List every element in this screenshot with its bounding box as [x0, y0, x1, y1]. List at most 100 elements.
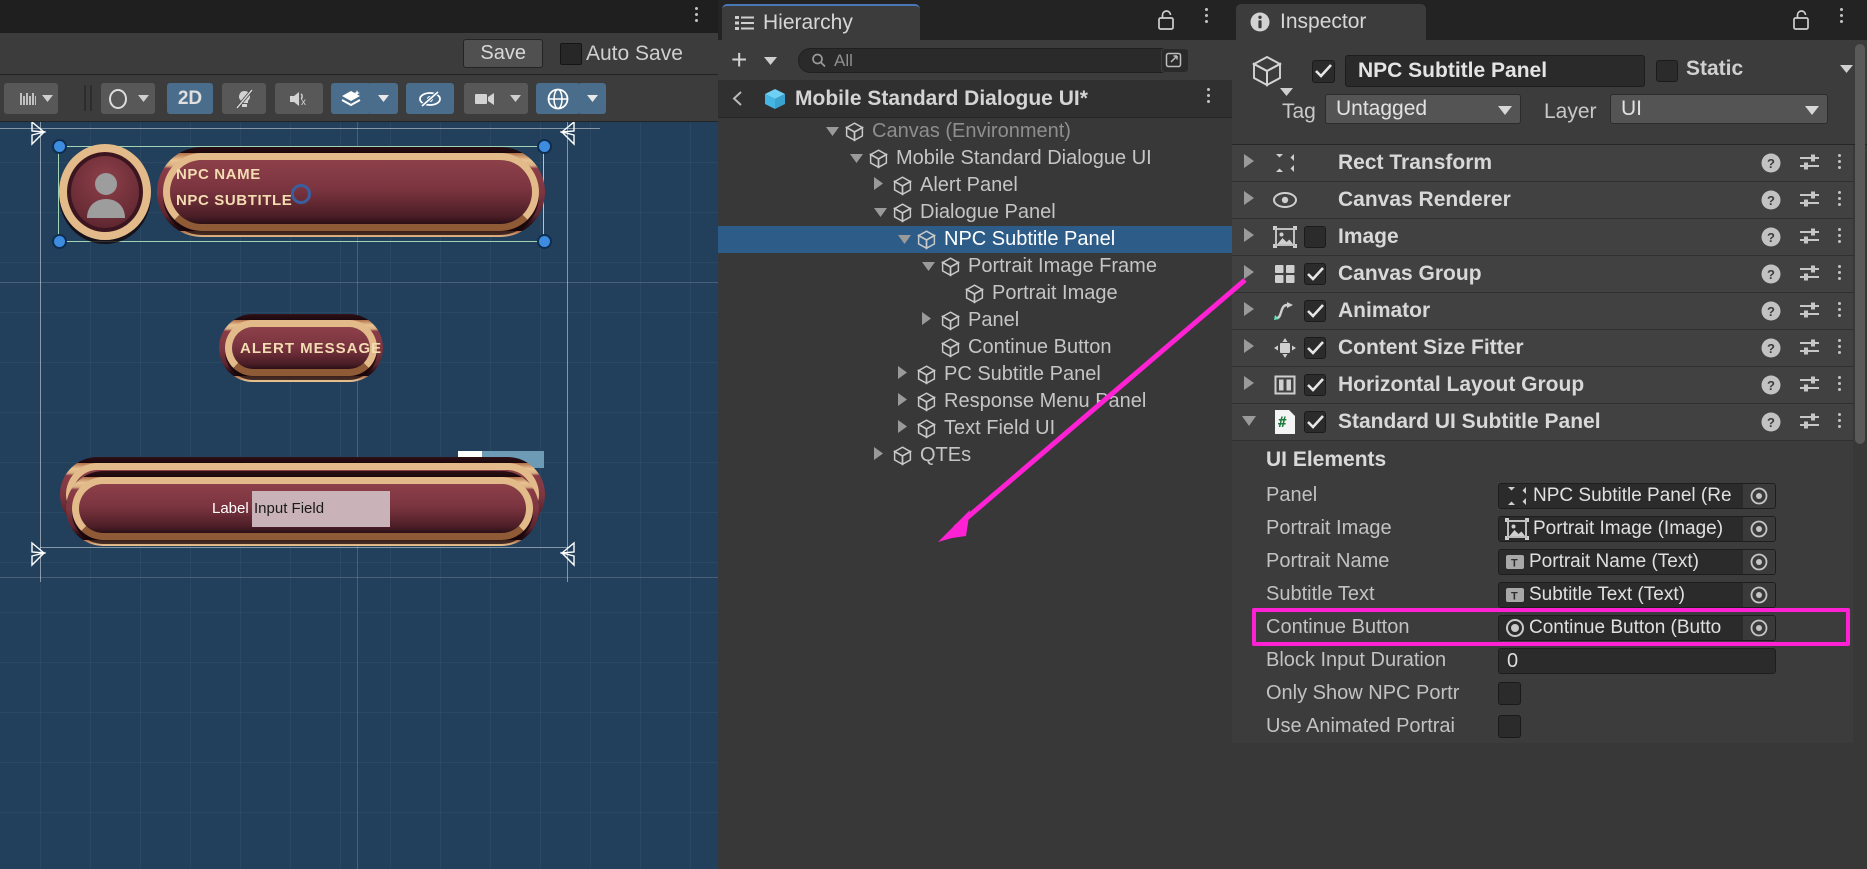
object-picker-icon[interactable] [1749, 552, 1769, 572]
scene-kebab-icon[interactable] [688, 7, 704, 27]
object-picker-icon[interactable] [1749, 618, 1769, 638]
hierarchy-item-mobile-standard-dialogue-ui[interactable]: Mobile Standard Dialogue UI [718, 145, 1232, 172]
chevron-right-icon[interactable] [1244, 375, 1254, 394]
object-field[interactable]: Continue Button (Butto [1498, 614, 1776, 641]
hierarchy-item-dialogue-panel[interactable]: Dialogue Panel [718, 199, 1232, 226]
help-icon[interactable]: ? [1760, 263, 1782, 285]
grid-snap-caret[interactable] [36, 83, 58, 114]
camera-caret[interactable] [502, 83, 528, 114]
number-field[interactable]: 0 [1498, 647, 1776, 674]
component-kebab-icon[interactable] [1838, 302, 1841, 320]
chevron-right-icon[interactable] [1244, 264, 1254, 283]
component-header-canvas-renderer[interactable]: Canvas Renderer? [1232, 182, 1853, 219]
component-enabled-checkbox[interactable] [1304, 300, 1326, 322]
lighting-off-icon[interactable] [222, 83, 266, 114]
object-field[interactable]: T Subtitle Text (Text) [1498, 581, 1776, 608]
object-picker-icon[interactable] [1749, 519, 1769, 539]
hierarchy-kebab-icon[interactable] [1198, 8, 1214, 30]
component-header-image[interactable]: Image? [1232, 219, 1853, 256]
hierarchy-search-field[interactable]: All [798, 48, 1188, 73]
object-field[interactable]: Portrait Image (Image) [1498, 515, 1776, 542]
toggle-2d-button[interactable]: 2D [167, 83, 213, 114]
continue-button-gizmo[interactable] [291, 184, 311, 204]
preset-icon[interactable] [1799, 375, 1821, 395]
help-icon[interactable]: ? [1760, 411, 1782, 433]
object-picker-icon[interactable] [1749, 585, 1769, 605]
help-icon[interactable]: ? [1760, 226, 1782, 248]
preset-icon[interactable] [1799, 338, 1821, 358]
component-enabled-checkbox[interactable] [1304, 411, 1326, 433]
scene-canvas[interactable]: NPC NAME NPC SUBTITLE ALERT MESSAGE Labe… [0, 122, 718, 869]
component-header-animator[interactable]: Animator? [1232, 293, 1853, 330]
chevron-right-icon[interactable] [1244, 190, 1254, 209]
hierarchy-item-text-field-ui[interactable]: Text Field UI [718, 415, 1232, 442]
component-header-canvas-group[interactable]: Canvas Group? [1232, 256, 1853, 293]
chevron-down-icon[interactable] [764, 57, 777, 65]
chevron-right-icon[interactable] [1244, 301, 1254, 320]
hierarchy-item-qtes[interactable]: QTEs [718, 442, 1232, 469]
search-expand-button[interactable] [1161, 48, 1189, 73]
hierarchy-tree[interactable]: Canvas (Environment) Mobile Standard Dial… [718, 118, 1232, 869]
component-enabled-checkbox[interactable] [1304, 226, 1326, 248]
chevron-right-icon[interactable] [1244, 338, 1254, 357]
tag-dropdown[interactable]: Untagged [1325, 94, 1521, 124]
effects-caret[interactable] [368, 83, 398, 114]
static-checkbox[interactable] [1656, 60, 1678, 82]
chevron-right-icon[interactable] [922, 311, 940, 330]
chevron-down-icon[interactable] [922, 258, 940, 276]
anchor-handle-bottom-left[interactable] [26, 537, 62, 569]
chevron-down-icon[interactable] [1242, 413, 1256, 430]
effects-icon[interactable] [331, 83, 371, 114]
object-picker-icon[interactable] [1749, 486, 1769, 506]
chevron-right-icon[interactable] [874, 446, 892, 465]
chevron-right-icon[interactable] [898, 392, 916, 411]
inspector-scroll-thumb[interactable] [1855, 44, 1865, 444]
gizmos-icon[interactable] [536, 83, 580, 114]
chevron-down-icon[interactable] [1280, 88, 1293, 96]
draw-mode-caret[interactable] [131, 83, 155, 114]
gizmos-caret[interactable] [578, 83, 606, 114]
chevron-down-icon[interactable] [898, 231, 916, 249]
resize-handle-top-left[interactable] [52, 139, 67, 154]
lock-icon[interactable] [1792, 9, 1811, 31]
gameobject-name-field[interactable]: NPC Subtitle Panel [1345, 55, 1645, 87]
chevron-down-icon[interactable] [874, 204, 892, 222]
anchor-handle-top-right[interactable] [548, 122, 584, 150]
audio-off-icon[interactable]: x [275, 83, 323, 114]
help-icon[interactable]: ? [1760, 189, 1782, 211]
component-header-rect-transform[interactable]: Rect Transform? [1232, 145, 1853, 182]
scene-camera-icon[interactable] [464, 83, 506, 114]
hierarchy-item-response-menu-panel[interactable]: Response Menu Panel [718, 388, 1232, 415]
hierarchy-item-canvas-environment[interactable]: Canvas (Environment) [718, 118, 1232, 145]
tab-inspector[interactable]: Inspector [1236, 4, 1426, 40]
preset-icon[interactable] [1799, 301, 1821, 321]
chevron-down-icon[interactable] [826, 123, 844, 141]
component-kebab-icon[interactable] [1838, 413, 1841, 431]
component-header-content-size-fitter[interactable]: Content Size Fitter? [1232, 330, 1853, 367]
preset-icon[interactable] [1799, 190, 1821, 210]
preset-icon[interactable] [1799, 227, 1821, 247]
hierarchy-item-npc-subtitle-panel[interactable]: NPC Subtitle Panel [718, 226, 1232, 253]
bool-checkbox[interactable] [1498, 715, 1521, 738]
chevron-right-icon[interactable] [874, 176, 892, 195]
save-button[interactable]: Save [463, 39, 543, 68]
chevron-right-icon[interactable] [1244, 227, 1254, 246]
inspector-scrollbar[interactable] [1855, 44, 1865, 864]
component-kebab-icon[interactable] [1838, 339, 1841, 357]
help-icon[interactable]: ? [1760, 374, 1782, 396]
hierarchy-item-panel[interactable]: Panel [718, 307, 1232, 334]
object-field[interactable]: T Portrait Name (Text) [1498, 548, 1776, 575]
chevron-right-icon[interactable] [1244, 153, 1254, 172]
static-dropdown-caret[interactable] [1840, 65, 1853, 73]
hidden-objects-icon[interactable] [406, 83, 454, 114]
component-enabled-checkbox[interactable] [1304, 263, 1326, 285]
breadcrumb-kebab-icon[interactable] [1200, 88, 1216, 110]
component-enabled-checkbox[interactable] [1304, 374, 1326, 396]
component-kebab-icon[interactable] [1838, 376, 1841, 394]
preset-icon[interactable] [1799, 264, 1821, 284]
help-icon[interactable]: ? [1760, 300, 1782, 322]
auto-save-checkbox[interactable] [560, 43, 582, 65]
resize-handle-bottom-left[interactable] [52, 234, 67, 249]
hierarchy-item-portrait-image-frame[interactable]: Portrait Image Frame [718, 253, 1232, 280]
preset-icon[interactable] [1799, 412, 1821, 432]
